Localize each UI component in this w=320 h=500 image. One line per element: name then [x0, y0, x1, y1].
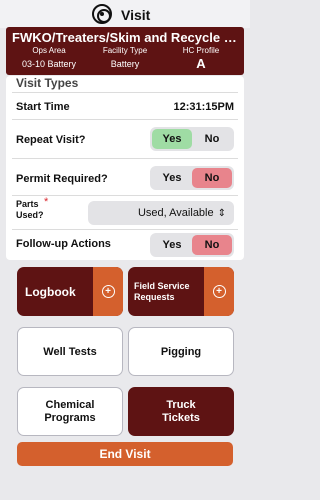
field-service-add[interactable]: + [204, 267, 234, 316]
start-time-value: 12:31:15PM [173, 101, 234, 113]
repeat-visit-yes[interactable]: Yes [152, 129, 192, 149]
follow-up-label: Follow-up Actions [16, 238, 111, 250]
divider [12, 119, 238, 120]
permit-required-label: Permit Required? [16, 173, 108, 185]
repeat-visit-label: Repeat Visit? [16, 134, 86, 146]
parts-used-select[interactable]: Used, Available ⇕ [88, 201, 234, 225]
end-visit-button[interactable]: End Visit [17, 442, 233, 466]
divider [12, 229, 238, 230]
page-title: Visit [121, 7, 151, 23]
field-service-label: Field Service Requests [134, 280, 190, 302]
permit-required-yes[interactable]: Yes [152, 168, 192, 188]
ops-area: Ops Area 03-10 Battery [14, 46, 84, 69]
truck-tickets-button[interactable]: Truck Tickets [128, 387, 234, 436]
repeat-visit-toggle[interactable]: Yes No [150, 127, 234, 151]
facility-type: Facility Type Battery [90, 46, 160, 69]
logbook-label: Logbook [25, 284, 76, 299]
pigging-button[interactable]: Pigging [128, 327, 234, 376]
divider [12, 92, 238, 93]
permit-required-no[interactable]: No [192, 168, 232, 188]
parts-used-label-text: Parts Used? [16, 199, 44, 220]
hc-profile-label: HC Profile [182, 46, 220, 55]
follow-up-no[interactable]: No [192, 235, 232, 255]
logbook-add[interactable]: + [93, 267, 123, 316]
facility-type-value: Battery [110, 59, 140, 69]
well-tests-button[interactable]: Well Tests [17, 327, 123, 376]
facility-type-label: Facility Type [102, 46, 148, 55]
logbook-button[interactable]: Logbook + [17, 267, 123, 316]
field-service-button[interactable]: Field Service Requests + [128, 267, 234, 316]
repeat-visit-no[interactable]: No [192, 129, 232, 149]
plus-circle-icon: + [212, 285, 226, 298]
section-title: Visit Types [16, 76, 79, 90]
ops-area-value: 03-10 Battery [21, 59, 77, 69]
ops-area-label: Ops Area [32, 46, 66, 55]
hc-profile: HC Profile A [166, 46, 236, 71]
hc-profile-value: A [196, 56, 206, 71]
app-logo-icon [92, 4, 112, 24]
chevron-updown-icon: ⇕ [217, 207, 226, 219]
plus-circle-icon: + [101, 285, 115, 298]
visit-types-card: Visit Types Start Time 12:31:15PM Repeat… [6, 76, 244, 260]
facility-banner: FWKO/Treaters/Skim and Recycle Pu... Ops… [6, 27, 244, 75]
follow-up-toggle[interactable]: Yes No [150, 233, 234, 257]
start-time-label: Start Time [16, 101, 70, 113]
top-bar: Visit [0, 0, 250, 28]
parts-used-value: Used, Available [137, 207, 214, 219]
chemical-programs-button[interactable]: Chemical Programs [17, 387, 123, 436]
facility-name: FWKO/Treaters/Skim and Recycle Pu... [12, 30, 240, 45]
permit-required-toggle[interactable]: Yes No [150, 166, 234, 190]
follow-up-yes[interactable]: Yes [152, 235, 192, 255]
required-asterisk: * [44, 196, 49, 208]
divider [12, 158, 238, 159]
